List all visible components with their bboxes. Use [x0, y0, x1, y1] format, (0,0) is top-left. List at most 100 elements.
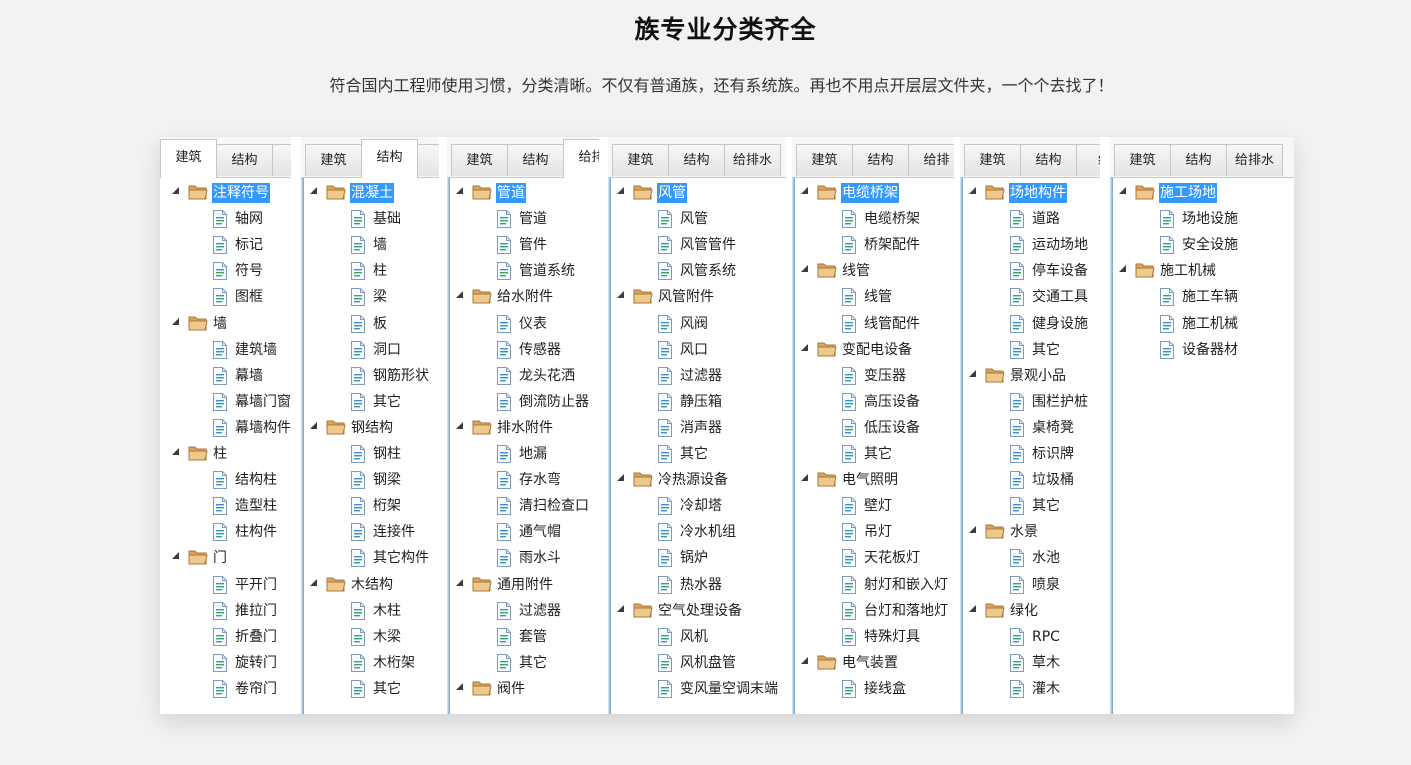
expand-triangle-icon[interactable] — [969, 369, 976, 377]
family-file-icon — [841, 601, 857, 625]
tab-0[interactable]: 建筑 — [612, 144, 669, 176]
family-file-icon — [1159, 340, 1175, 364]
tab-0[interactable]: 建筑 — [451, 144, 508, 176]
panel-divider — [608, 137, 611, 714]
family-file-icon — [657, 340, 673, 364]
tab-1[interactable]: 结构 — [668, 144, 725, 176]
tab-2[interactable]: 给排 — [908, 144, 954, 176]
tree-leaf-label: 传感器 — [519, 341, 561, 358]
tab-2[interactable]: 给 — [417, 144, 439, 176]
family-file-icon — [1009, 575, 1025, 599]
family-file-icon — [212, 601, 228, 625]
tab-1[interactable]: 结构 — [507, 144, 564, 176]
family-file-icon — [350, 601, 366, 625]
expand-triangle-icon[interactable] — [172, 317, 179, 325]
expand-triangle-icon[interactable] — [801, 343, 808, 351]
tab-bar: 建筑结构给排 — [447, 137, 599, 178]
tab-1[interactable]: 结构 — [216, 144, 273, 176]
tab-1[interactable]: 结构 — [1020, 144, 1077, 176]
tree-leaf-label: 通气帽 — [519, 524, 561, 541]
tab-1[interactable]: 结构 — [1170, 144, 1227, 176]
family-file-icon — [657, 575, 673, 599]
expand-triangle-icon[interactable] — [456, 187, 463, 194]
tab-0[interactable]: 建筑 — [796, 144, 853, 176]
expand-triangle-icon[interactable] — [801, 474, 808, 482]
family-file-icon — [1009, 653, 1025, 677]
tree-leaf-label: 其它 — [864, 446, 892, 462]
tree-folder-label: 门 — [213, 550, 227, 567]
family-file-icon — [841, 287, 857, 311]
expand-triangle-icon[interactable] — [617, 291, 624, 299]
tree-leaf-label: 风口 — [680, 341, 708, 358]
tab-2[interactable]: 给排水 — [724, 144, 781, 176]
tree-folder-label: 管道 — [496, 183, 526, 203]
tree-leaf-label: 幕墙构件 — [235, 419, 291, 436]
family-file-icon — [841, 209, 857, 233]
expand-triangle-icon[interactable] — [310, 187, 317, 194]
expand-triangle-icon[interactable] — [172, 448, 179, 455]
expand-triangle-icon[interactable] — [617, 474, 624, 482]
tree-leaf-label: 其它 — [1032, 498, 1060, 515]
expand-triangle-icon[interactable] — [801, 656, 808, 664]
family-file-icon — [1159, 209, 1175, 233]
expand-triangle-icon[interactable] — [172, 552, 179, 560]
expand-triangle-icon[interactable] — [969, 526, 976, 534]
expand-triangle-icon[interactable] — [456, 578, 463, 586]
tab-2[interactable]: 给排 — [563, 139, 599, 178]
expand-triangle-icon[interactable] — [1119, 187, 1126, 194]
tree-leaf-label: 壁灯 — [864, 498, 892, 515]
tree-leaf-label: 风管 — [680, 211, 708, 228]
expand-triangle-icon[interactable] — [172, 187, 179, 194]
tree-leaf-label: 线管配件 — [864, 315, 920, 332]
expand-triangle-icon[interactable] — [1119, 265, 1126, 273]
tree-panel-elec: 建筑 结构 给排 电缆桥架 电缆桥架 桥架配件 线管 线管 线管配件 变配电设备 变压器 高压设备 低压… — [792, 137, 954, 714]
expand-triangle-icon[interactable] — [456, 682, 463, 690]
tab-1[interactable]: 结构 — [361, 139, 418, 178]
expand-triangle-icon[interactable] — [310, 421, 317, 429]
family-file-icon — [1009, 261, 1025, 285]
family-file-icon — [496, 627, 512, 651]
tree-folder-label: 柱 — [213, 446, 227, 462]
tab-0[interactable]: 建筑 — [305, 144, 362, 176]
expand-triangle-icon[interactable] — [801, 187, 808, 194]
tree-panel-constr: 建筑 结构 给排水 施工场地 场地设施 安全设施 施工机械 施工车辆 施工机械 设备器材 — [1110, 137, 1294, 714]
tree-leaf-label: 标记 — [235, 237, 263, 254]
expand-triangle-icon[interactable] — [617, 604, 624, 612]
family-file-icon — [1009, 340, 1025, 364]
folder-icon — [985, 366, 1005, 388]
tree-leaf-label: 倒流防止器 — [519, 393, 589, 410]
expand-triangle-icon[interactable] — [456, 291, 463, 299]
expand-triangle-icon[interactable] — [801, 265, 808, 273]
expand-triangle-icon[interactable] — [617, 187, 624, 194]
tab-0[interactable]: 建筑 — [964, 144, 1021, 176]
family-file-icon — [657, 209, 673, 233]
tab-2[interactable]: 给排水 — [1226, 144, 1283, 176]
expand-triangle-icon[interactable] — [969, 604, 976, 612]
expand-triangle-icon[interactable] — [310, 578, 317, 586]
tab-2[interactable]: 给 — [272, 144, 291, 176]
folder-icon — [817, 653, 837, 675]
tab-1[interactable]: 结构 — [852, 144, 909, 176]
family-file-icon — [350, 340, 366, 364]
tab-2[interactable]: 给 — [1076, 144, 1100, 176]
tree-leaf-label: 草木 — [1032, 654, 1060, 671]
tab-0[interactable]: 建筑 — [160, 139, 217, 178]
family-file-icon — [657, 418, 673, 442]
family-file-icon — [350, 653, 366, 677]
tab-0[interactable]: 建筑 — [1114, 144, 1171, 176]
tree-leaf-label: 存水弯 — [519, 472, 561, 489]
tree-leaf-label: 柱 — [373, 263, 387, 280]
tree-folder-label: 混凝土 — [350, 183, 394, 203]
folder-icon — [326, 418, 346, 440]
expand-triangle-icon[interactable] — [456, 421, 463, 429]
family-file-icon — [1159, 287, 1175, 311]
expand-triangle-icon[interactable] — [969, 187, 976, 194]
tree-leaf-label: 特殊灯具 — [864, 628, 920, 645]
tree-leaf-label: 线管 — [864, 289, 892, 306]
family-file-icon — [1009, 548, 1025, 572]
tree-folder-label: 景观小品 — [1010, 367, 1066, 384]
family-file-icon — [1009, 627, 1025, 651]
family-file-icon — [350, 235, 366, 259]
tree-leaf-label: 变风量空调末端 — [680, 680, 778, 697]
family-file-icon — [350, 366, 366, 390]
